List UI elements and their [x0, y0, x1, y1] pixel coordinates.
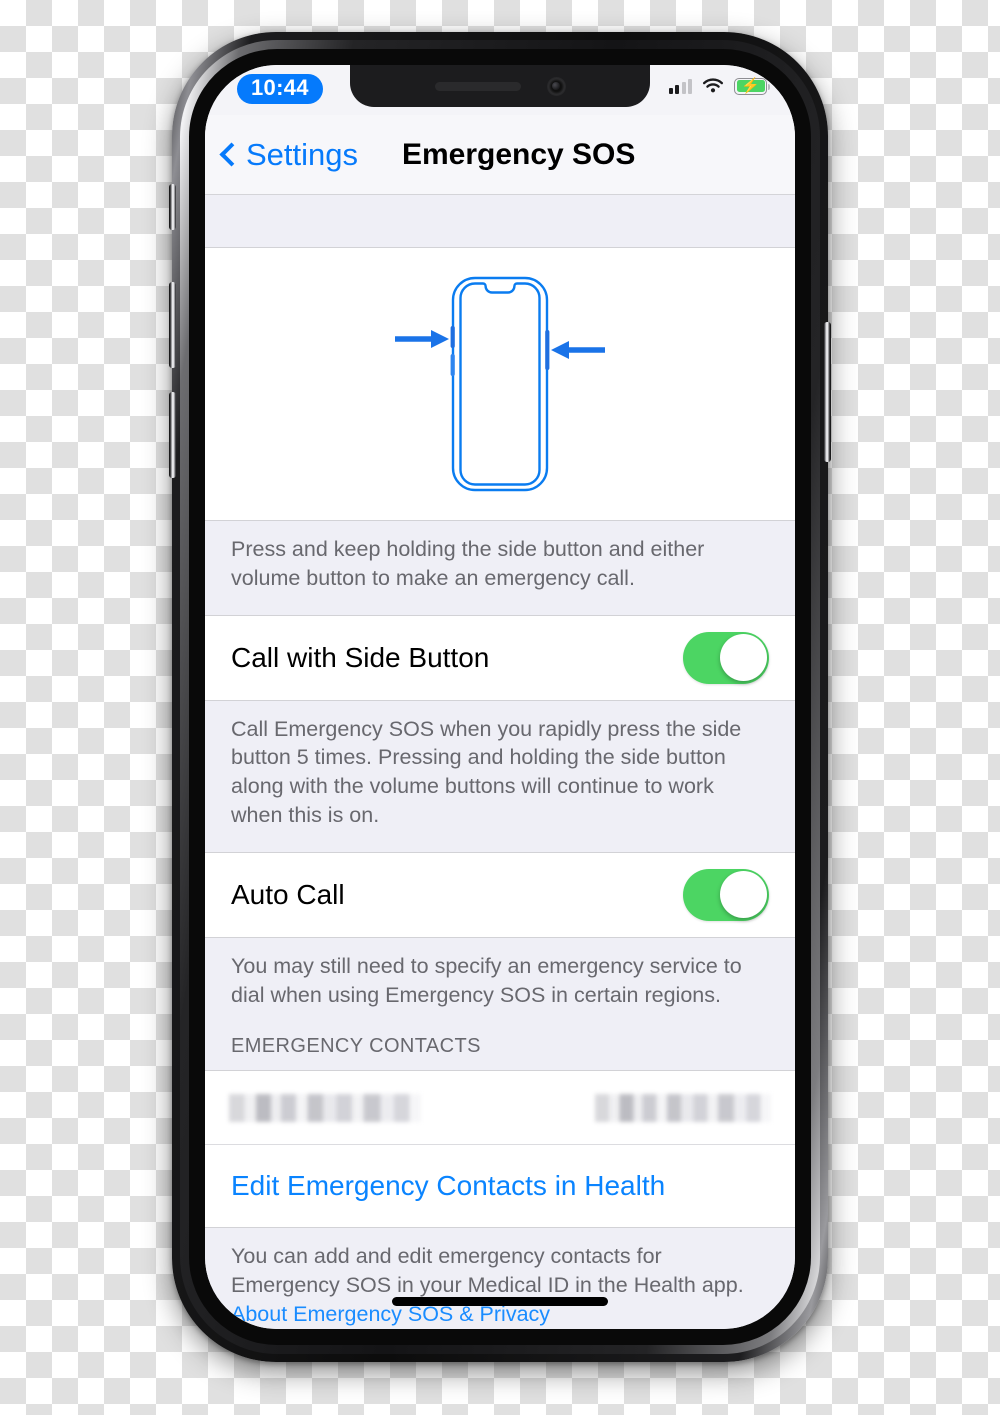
cellular-signal-icon	[668, 78, 692, 94]
home-indicator[interactable]	[392, 1297, 608, 1306]
emergency-contacts-footnote-text: You can add and edit emergency contacts …	[231, 1244, 744, 1298]
call-with-side-button-card: Call with Side Button	[205, 614, 795, 701]
edit-emergency-contacts-link[interactable]: Edit Emergency Contacts in Health	[205, 1145, 795, 1227]
call-with-side-button-toggle[interactable]	[683, 631, 769, 684]
volume-down-button[interactable]	[169, 392, 176, 478]
device-notch	[350, 65, 650, 107]
arrow-right-icon	[395, 330, 449, 348]
row-call-with-side-button[interactable]: Call with Side Button	[205, 616, 795, 700]
earpiece-speaker	[434, 81, 521, 91]
silent-switch-button[interactable]	[169, 184, 176, 230]
battery-charging-icon: ⚡	[734, 77, 770, 95]
volume-up-button[interactable]	[169, 282, 176, 368]
front-camera-icon	[546, 76, 566, 96]
auto-call-card: Auto Call	[205, 851, 795, 938]
table-row[interactable]	[205, 1071, 795, 1146]
back-button-label: Settings	[246, 136, 359, 172]
emergency-contacts-header: EMERGENCY CONTACTS	[231, 1035, 481, 1058]
contact-name-redacted	[229, 1093, 421, 1122]
back-button-settings[interactable]: Settings	[219, 136, 359, 173]
page-title: Emergency SOS	[401, 137, 636, 171]
chevron-left-icon	[219, 142, 244, 167]
side-power-button[interactable]	[824, 322, 831, 462]
intro-footnote: Press and keep holding the side button a…	[231, 537, 705, 590]
iphone-side-button-press-illustration	[395, 276, 605, 492]
iphone-device-frame: 10:44 ⚡ Settings Emergency SOS Press and…	[169, 32, 831, 1362]
arrow-left-icon	[551, 341, 605, 359]
auto-call-label: Auto Call	[231, 878, 345, 910]
call-with-side-button-footnote: Call Emergency SOS when you rapidly pres…	[231, 716, 742, 827]
emergency-contacts-footnote: You can add and edit emergency contacts …	[205, 1228, 795, 1329]
status-bar-indicators: ⚡	[668, 77, 770, 95]
navigation-bar: Settings Emergency SOS	[205, 115, 795, 195]
device-screen: 10:44 ⚡ Settings Emergency SOS Press and…	[205, 65, 795, 1329]
contact-phone-redacted	[595, 1093, 771, 1122]
list-top-spacer	[205, 195, 795, 247]
wifi-icon	[702, 78, 724, 93]
row-auto-call[interactable]: Auto Call	[205, 853, 795, 937]
auto-call-footnote: You may still need to specify an emergen…	[231, 953, 742, 1007]
settings-list[interactable]: Press and keep holding the side button a…	[205, 195, 795, 1329]
status-bar-clock: 10:44	[237, 74, 323, 104]
call-with-side-button-label: Call with Side Button	[231, 641, 490, 673]
emergency-contacts-card: Edit Emergency Contacts in Health	[205, 1070, 795, 1229]
sos-illustration-card	[205, 247, 795, 521]
auto-call-toggle[interactable]	[683, 868, 769, 921]
